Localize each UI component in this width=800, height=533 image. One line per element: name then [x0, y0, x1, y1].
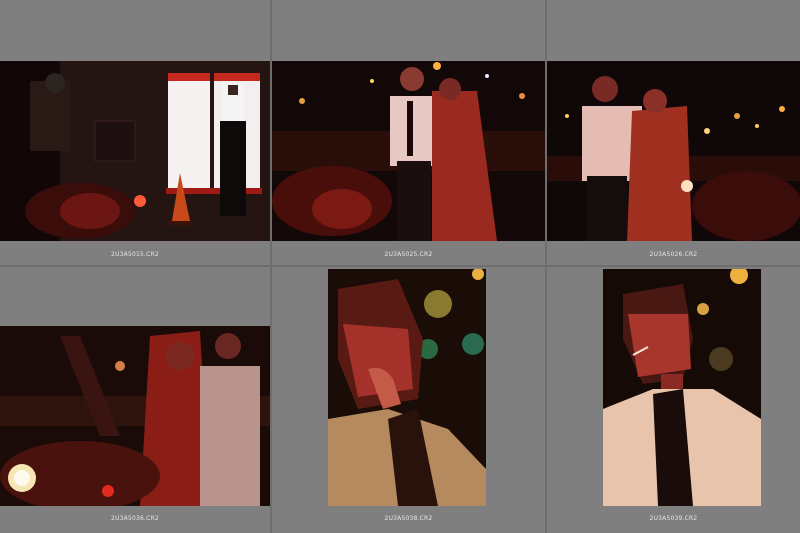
thumbnail-cell-4[interactable]: 2U3A5036.CR2: [0, 267, 270, 533]
thumbnail-grid: 2U3A5015.CR2 2U3A5025.CR2 2U3A5026.CR2 2…: [0, 0, 800, 533]
thumbnail-cell-6[interactable]: 2U3A5039.CR2: [547, 267, 800, 533]
thumbnail-image-1[interactable]: [0, 61, 270, 241]
thumbnail-filename-1: 2U3A5015.CR2: [111, 251, 159, 258]
thumbnail-filename-4: 2U3A5036.CR2: [111, 515, 159, 522]
thumbnail-filename-6: 2U3A5039.CR2: [649, 515, 698, 522]
thumbnail-image-6[interactable]: [603, 269, 761, 506]
thumbnail-filename-3: 2U3A5026.CR2: [649, 251, 698, 258]
thumbnail-filename-2: 2U3A5025.CR2: [384, 251, 433, 258]
thumbnail-image-2[interactable]: [272, 61, 545, 241]
thumbnail-image-4[interactable]: [0, 326, 270, 506]
thumbnail-cell-5[interactable]: 2U3A5038.CR2: [272, 267, 545, 533]
thumbnail-cell-2[interactable]: 2U3A5025.CR2: [272, 0, 545, 265]
thumbnail-image-3[interactable]: [547, 61, 800, 241]
thumbnail-cell-3[interactable]: 2U3A5026.CR2: [547, 0, 800, 265]
thumbnail-filename-5: 2U3A5038.CR2: [384, 515, 433, 522]
thumbnail-cell-1[interactable]: 2U3A5015.CR2: [0, 0, 270, 265]
thumbnail-image-5[interactable]: [328, 269, 486, 506]
